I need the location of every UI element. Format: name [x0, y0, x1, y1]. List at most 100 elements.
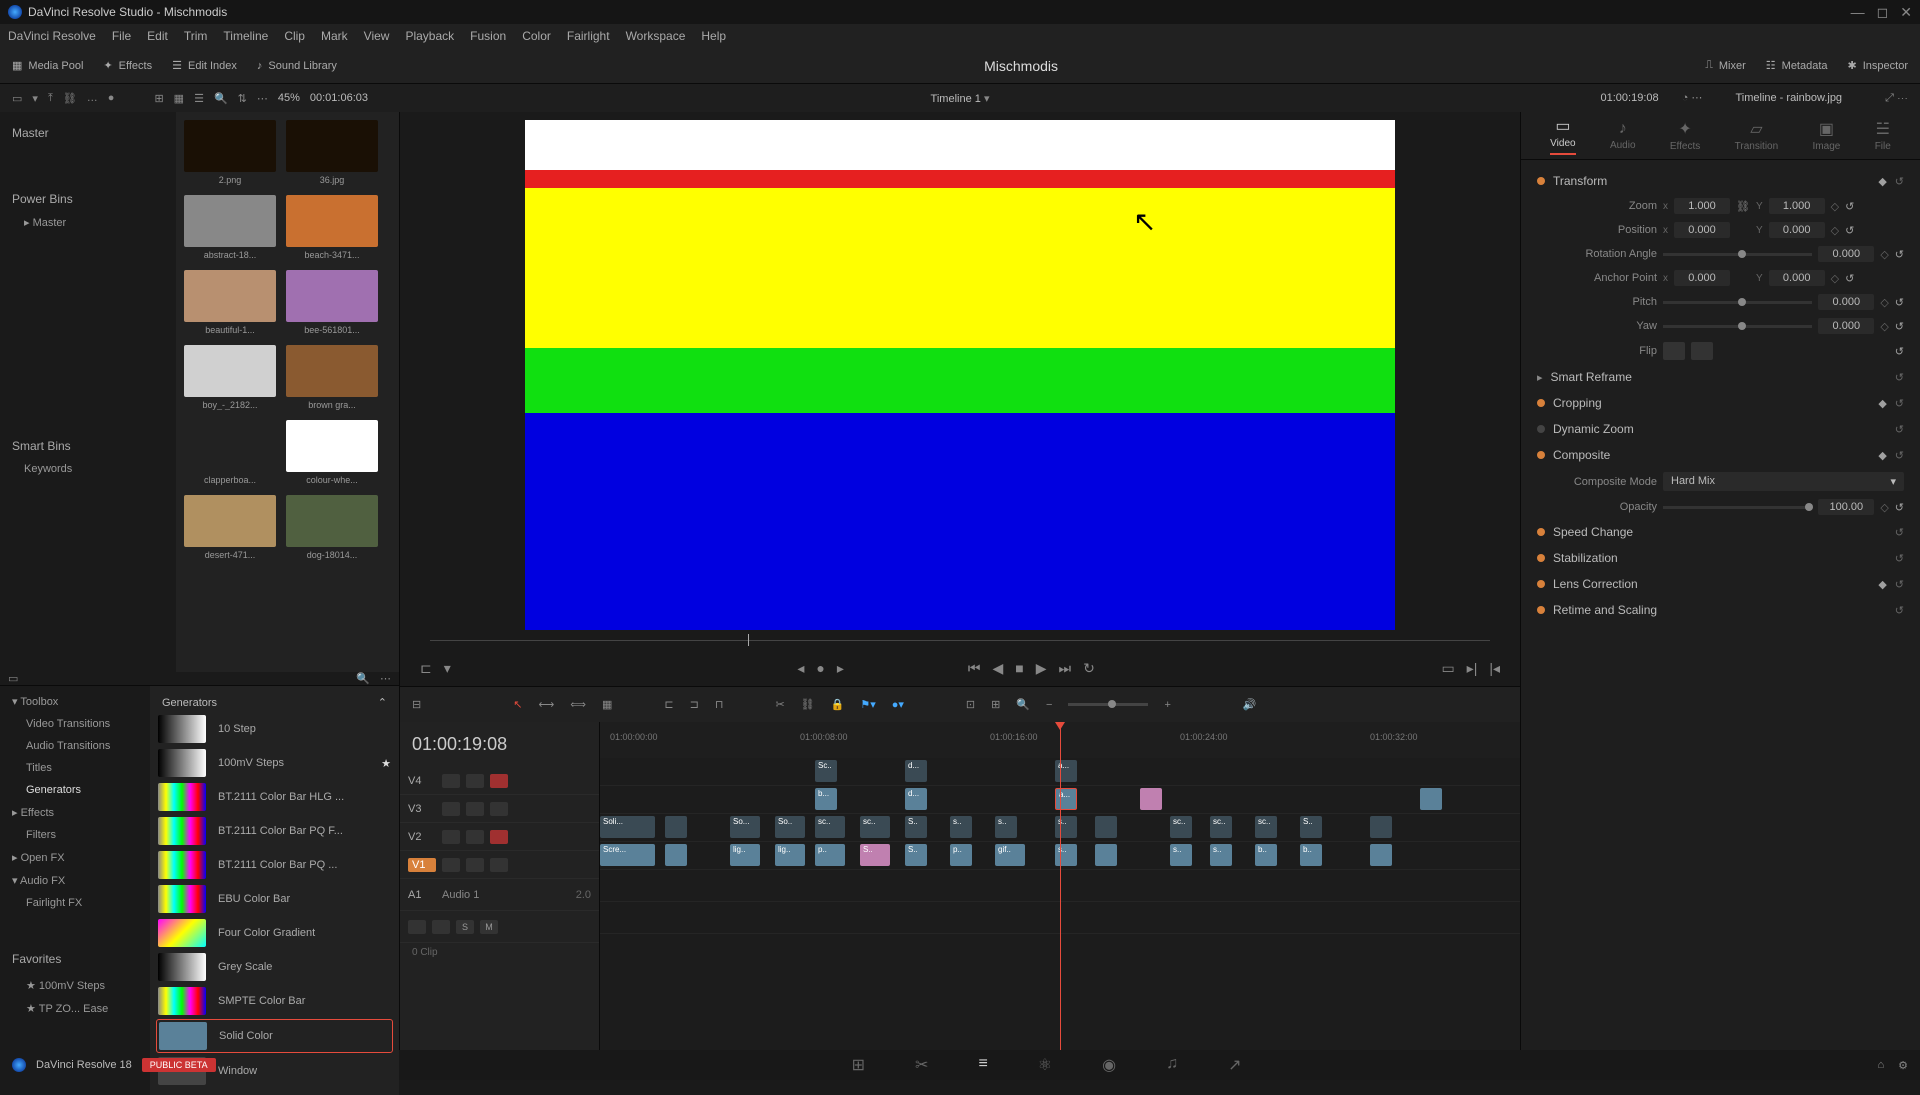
clip[interactable]: s.. [950, 816, 972, 838]
auto-select-icon[interactable] [466, 774, 484, 788]
reset-icon[interactable]: ↺ [1895, 345, 1904, 358]
auto-select-icon[interactable] [466, 858, 484, 872]
next-edit-button[interactable]: ▸ [837, 660, 844, 677]
track-head-a1-controls[interactable]: S M [400, 911, 599, 943]
mute-icon[interactable]: M [480, 920, 498, 934]
clip[interactable]: b.. [1300, 844, 1322, 866]
menu-fairlight[interactable]: Fairlight [567, 29, 610, 43]
media-thumb[interactable]: 36.jpg [286, 120, 378, 185]
fx-fav-tpzo[interactable]: ★ TP ZO... Ease [0, 997, 150, 1020]
clip[interactable]: s.. [1055, 816, 1077, 838]
edit-index-toggle[interactable]: ☰ Edit Index [172, 59, 237, 72]
clip[interactable] [665, 844, 687, 866]
go-start-button[interactable]: ⏮ [968, 660, 981, 677]
section-cropping[interactable]: Cropping ◆ ↺ [1529, 390, 1912, 416]
bin-master[interactable]: Master [8, 120, 168, 146]
enable-dot[interactable] [1537, 554, 1545, 562]
flip-v-button[interactable] [1691, 342, 1713, 360]
link-icon[interactable]: ⛓ [63, 92, 77, 105]
clip[interactable] [1095, 816, 1117, 838]
clip[interactable]: b... [815, 788, 837, 810]
fx-item[interactable]: BT.2111 Color Bar PQ ... [156, 849, 393, 881]
inspector-tab-image[interactable]: ▣Image [1813, 119, 1841, 152]
clip[interactable]: sc.. [815, 816, 845, 838]
in-out-icon[interactable]: ⊏ [420, 660, 432, 677]
fx-filters[interactable]: Filters [0, 824, 150, 846]
timeline-view-icon[interactable]: ⊟ [412, 698, 421, 711]
bin-smart-bins[interactable]: Smart Bins [8, 433, 168, 459]
fx-effects[interactable]: ▸ Effects [0, 801, 150, 824]
fx-item[interactable]: Solid Color [156, 1019, 393, 1053]
media-thumb[interactable]: colour-whe... [286, 420, 378, 485]
record-icon[interactable]: ● [108, 92, 115, 104]
minimize-button[interactable]: — [1851, 4, 1865, 21]
bin-keywords[interactable]: Keywords [8, 459, 168, 479]
chevron-down-icon[interactable]: ▾ [444, 660, 451, 677]
track-head-a1[interactable]: A1 Audio 1 2.0 [400, 879, 599, 911]
thumb-view-icon[interactable]: ▦ [174, 92, 184, 105]
play-button[interactable]: ▶ [1036, 660, 1047, 677]
rotation-input[interactable]: 0.000 [1818, 246, 1874, 262]
inspector-tab-video[interactable]: ▭Video [1550, 116, 1575, 155]
enable-dot[interactable] [1537, 606, 1545, 614]
bin-view-icon[interactable]: ▭ [12, 92, 22, 105]
menu-trim[interactable]: Trim [184, 29, 208, 43]
chevron-down-icon[interactable]: ▾ [32, 92, 38, 105]
anchor-y-input[interactable]: 0.000 [1769, 270, 1825, 286]
menu-playback[interactable]: Playback [405, 29, 454, 43]
fx-titles[interactable]: Titles [0, 757, 150, 779]
pos-x-input[interactable]: 0.000 [1674, 222, 1730, 238]
track-head-v1[interactable]: V1 [400, 851, 599, 879]
track-head-v4[interactable]: V4 [400, 767, 599, 795]
fx-toolbox[interactable]: ▾ Toolbox [0, 690, 150, 713]
bypass-icon[interactable]: ◔ [1682, 92, 1689, 104]
auto-select-icon[interactable] [466, 830, 484, 844]
prev-edit-button[interactable]: ◂ [797, 660, 804, 677]
pitch-slider[interactable] [1663, 301, 1812, 304]
section-retime[interactable]: Retime and Scaling ↺ [1529, 597, 1912, 623]
menu-timeline[interactable]: Timeline [223, 29, 268, 43]
keyframe-icon[interactable]: ◇ [1880, 501, 1888, 514]
playhead[interactable] [1060, 722, 1061, 1050]
timeline-tracks[interactable]: 01:00:00:00 01:00:08:00 01:00:16:00 01:0… [600, 722, 1520, 1050]
keyframe-icon[interactable]: ◇ [1831, 224, 1839, 237]
media-thumb[interactable]: abstract-18... [184, 195, 276, 260]
disable-icon[interactable] [490, 802, 508, 816]
pitch-input[interactable]: 0.000 [1818, 294, 1874, 310]
inspector-tab-transition[interactable]: ▱Transition [1735, 119, 1779, 152]
keyframe-icon[interactable]: ◆ [1878, 397, 1886, 410]
reset-icon[interactable]: ↺ [1845, 200, 1854, 213]
media-pool-toggle[interactable]: ▦ Media Pool [12, 59, 83, 72]
settings-icon[interactable]: ⚙ [1898, 1059, 1908, 1072]
inspector-toggle[interactable]: ✱ Inspector [1848, 59, 1908, 72]
home-icon[interactable]: ⌂ [1877, 1059, 1884, 1072]
yaw-slider[interactable] [1663, 325, 1812, 328]
link-icon[interactable]: ⛓ [1736, 200, 1750, 213]
track-head-v3[interactable]: V3 [400, 795, 599, 823]
step-back-button[interactable]: ◀ [992, 660, 1003, 677]
clip[interactable]: Sc.. [815, 760, 837, 782]
clip[interactable]: s.. [1210, 844, 1232, 866]
pos-y-input[interactable]: 0.000 [1769, 222, 1825, 238]
timeline-options-icon[interactable]: ⋯ [1691, 92, 1702, 104]
fx-video-transitions[interactable]: Video Transitions [0, 713, 150, 735]
enable-dot[interactable] [1537, 528, 1545, 536]
first-frame-button[interactable]: |◂ [1489, 660, 1500, 677]
page-fairlight[interactable]: ♫ [1166, 1055, 1178, 1075]
zoom-in-button[interactable]: + [1164, 699, 1170, 711]
flip-h-button[interactable] [1663, 342, 1685, 360]
collapse-icon[interactable]: ⌃ [378, 696, 387, 709]
fx-fav-100mv[interactable]: ★ 100mV Steps [0, 974, 150, 997]
clip-selected[interactable]: a... [1055, 788, 1077, 810]
inspector-tab-file[interactable]: ☱File [1875, 119, 1891, 152]
clip[interactable]: So... [730, 816, 760, 838]
clip[interactable]: s.. [1170, 844, 1192, 866]
clip[interactable] [1420, 788, 1442, 810]
reset-icon[interactable]: ↺ [1895, 578, 1904, 591]
zoom-custom[interactable]: 🔍 [1016, 698, 1030, 711]
fx-options-icon[interactable]: ⋯ [380, 672, 391, 685]
section-composite[interactable]: Composite ◆ ↺ [1529, 442, 1912, 468]
clip[interactable]: sc.. [860, 816, 890, 838]
zoom-x-input[interactable]: 1.000 [1674, 198, 1730, 214]
zoom-detail[interactable]: ⊞ [991, 698, 1000, 711]
